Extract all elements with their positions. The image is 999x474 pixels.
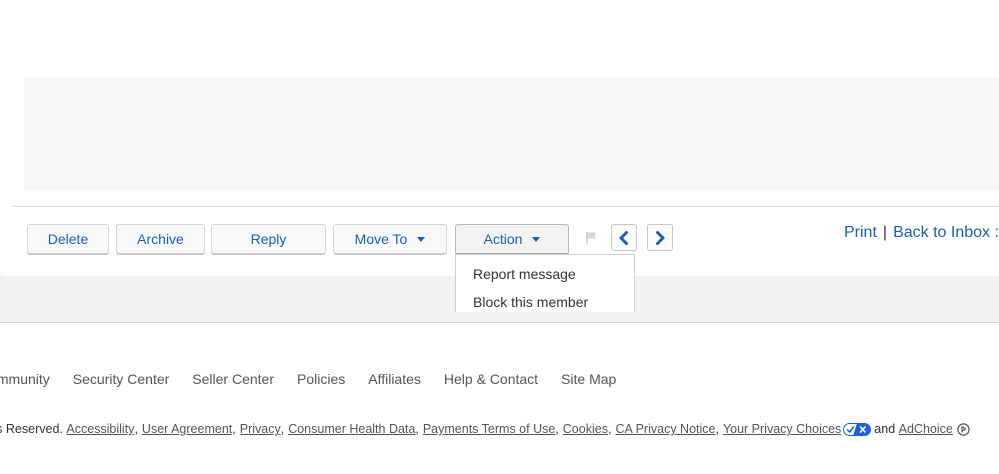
footer-nav: Community Security Center Seller Center … (0, 371, 616, 387)
action-menu: Report message Block this member (455, 254, 635, 312)
footer-link-security-center[interactable]: Security Center (73, 371, 169, 387)
link-separator: | (882, 224, 888, 241)
footer-link-policies[interactable]: Policies (297, 371, 345, 387)
menu-item-report-message[interactable]: Report message (473, 266, 576, 282)
legal-link-cookies[interactable]: Cookies (563, 422, 608, 436)
legal-link-your-privacy-choices[interactable]: Your Privacy Choices (723, 422, 841, 436)
footer-link-site-map[interactable]: Site Map (561, 371, 616, 387)
message-view-page: Delete Archive Reply Move To Action Prin… (0, 0, 999, 474)
message-top-links: Print | Back to Inbox : (844, 224, 999, 242)
previous-message-button[interactable] (611, 224, 637, 251)
adchoice-icon (957, 422, 970, 436)
legal-link-accessibility[interactable]: Accessibility (66, 422, 134, 436)
archive-button[interactable]: Archive (116, 224, 205, 255)
legal-link-consumer-health-data[interactable]: Consumer Health Data (288, 422, 415, 436)
delete-button[interactable]: Delete (27, 224, 109, 255)
legal-link-user-agreement[interactable]: User Agreement (142, 422, 232, 436)
footer-legal: Rights Reserved. Accessibility, User Agr… (0, 422, 970, 436)
move-to-label: Move To (354, 231, 408, 247)
legal-link-ca-privacy-notice[interactable]: CA Privacy Notice (615, 422, 715, 436)
privacy-choices-icon (843, 422, 872, 436)
action-dropdown[interactable]: Action (455, 224, 569, 255)
action-label: Action (483, 231, 523, 247)
reply-button[interactable]: Reply (211, 224, 326, 255)
print-link[interactable]: Print (844, 224, 877, 241)
next-message-button[interactable] (647, 224, 673, 251)
flag-icon[interactable] (585, 231, 597, 245)
and-text: and (874, 422, 896, 436)
chevron-left-icon (619, 230, 628, 245)
reply-button-label: Reply (250, 231, 287, 247)
menu-item-block-member[interactable]: Block this member (473, 294, 588, 310)
legal-link-privacy[interactable]: Privacy (240, 422, 281, 436)
legal-link-payments-terms[interactable]: Payments Terms of Use (423, 422, 555, 436)
message-body (24, 77, 999, 190)
toolbar-divider (12, 206, 999, 207)
chevron-right-icon (656, 230, 665, 245)
footer-link-affiliates[interactable]: Affiliates (368, 371, 421, 387)
move-to-dropdown[interactable]: Move To (333, 224, 447, 255)
rights-text: Rights Reserved. (0, 422, 63, 436)
footer-link-community[interactable]: Community (0, 371, 50, 387)
legal-link-adchoice[interactable]: AdChoice (899, 422, 953, 436)
archive-button-label: Archive (137, 231, 184, 247)
caret-down-icon (532, 236, 541, 242)
back-to-inbox-link[interactable]: Back to Inbox : (893, 224, 999, 241)
caret-down-icon (417, 236, 426, 242)
delete-button-label: Delete (47, 231, 89, 247)
footer-link-seller-center[interactable]: Seller Center (192, 371, 274, 387)
footer-link-help-contact[interactable]: Help & Contact (444, 371, 538, 387)
